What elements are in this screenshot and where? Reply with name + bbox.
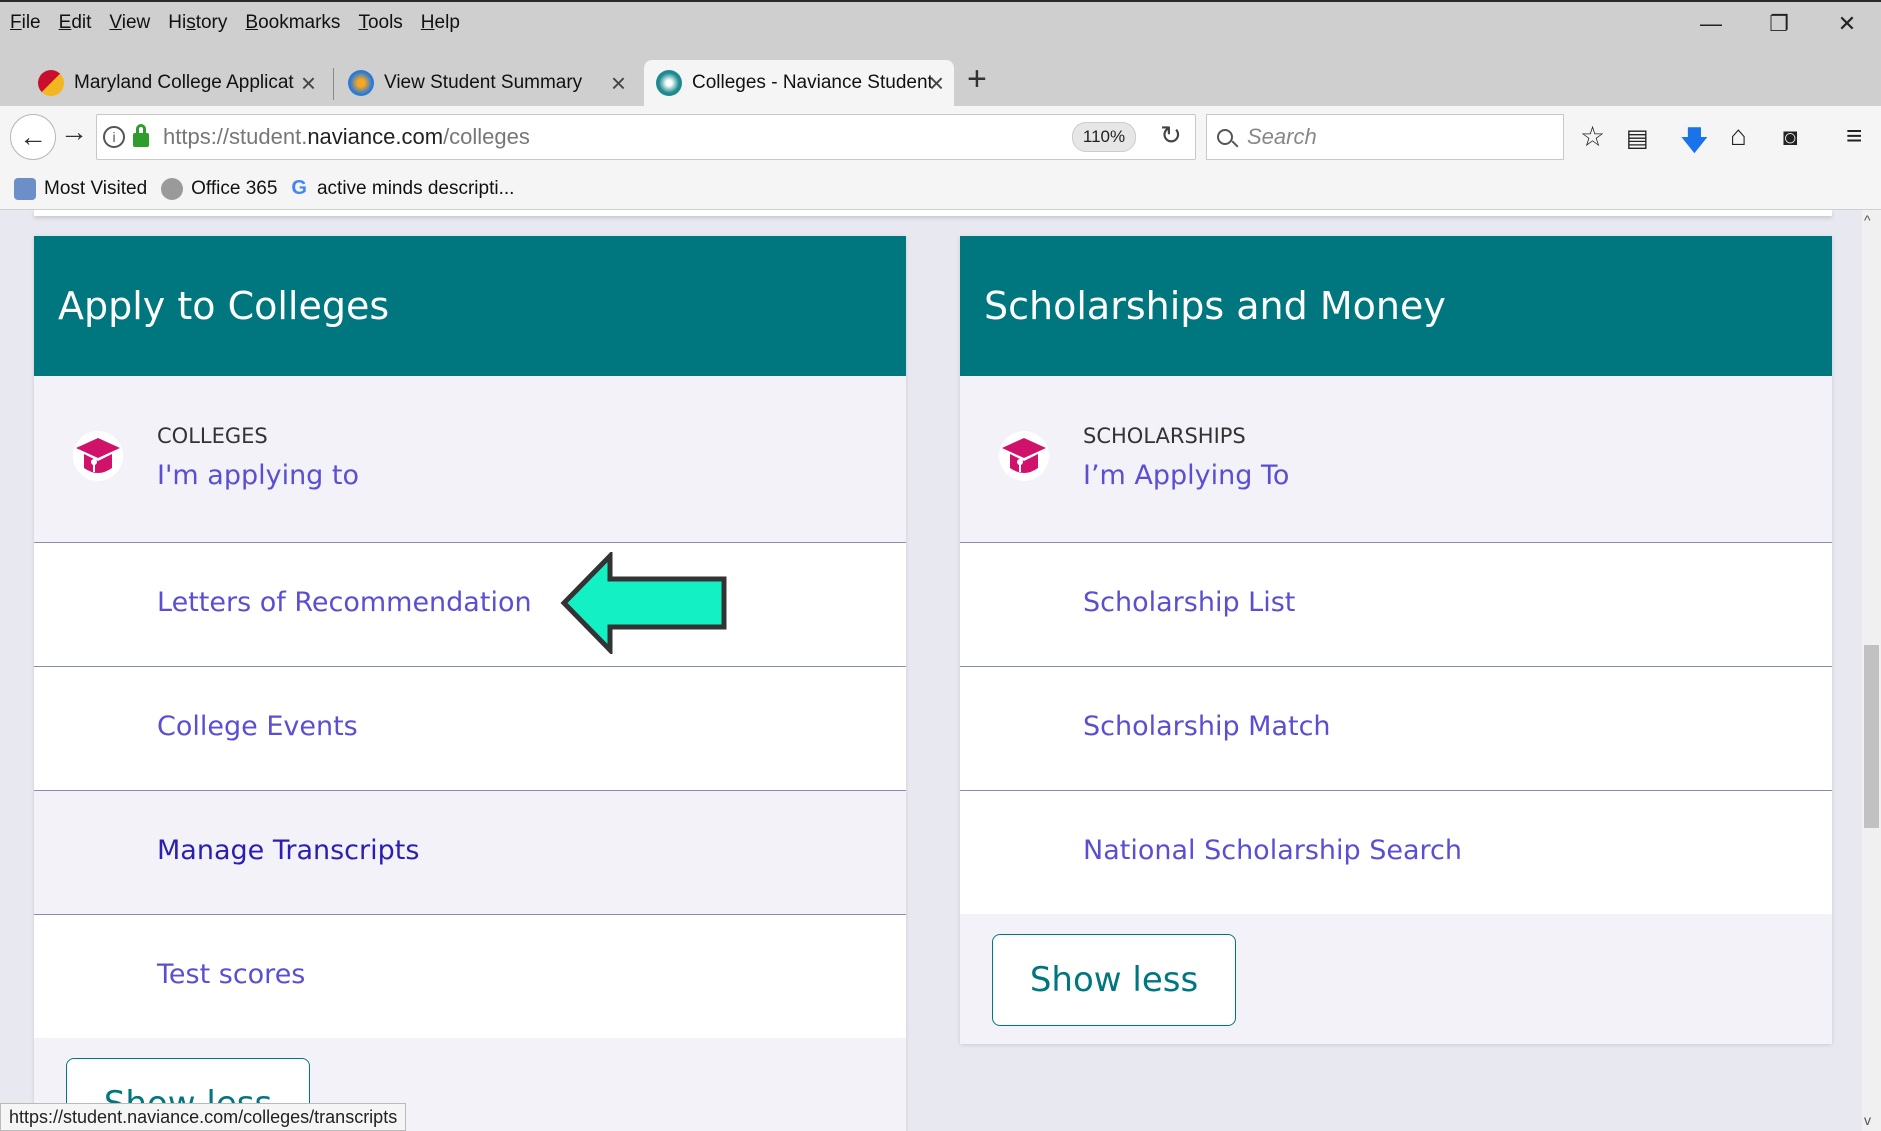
tab-label: View Student Summary: [384, 72, 583, 93]
url-bar[interactable]: i https://student.naviance.com/colleges: [96, 114, 1196, 160]
tab-separator: [333, 68, 334, 100]
colleges-row: COLLEGES I'm applying to: [34, 376, 906, 542]
bookmark-label: Most Visited: [44, 177, 148, 199]
search-placeholder: Search: [1247, 124, 1317, 149]
list-item[interactable]: Scholarship Match: [960, 666, 1832, 790]
test-scores-link[interactable]: Test scores: [157, 959, 305, 990]
im-applying-to-link[interactable]: I’m Applying To: [1083, 460, 1289, 491]
show-less-button[interactable]: Show less: [992, 934, 1236, 1026]
category-label: SCHOLARSHIPS: [1083, 424, 1246, 448]
menu-tools[interactable]: Tools: [358, 12, 402, 34]
national-scholarship-search-link[interactable]: National Scholarship Search: [1083, 835, 1462, 866]
scholarships-row: SCHOLARSHIPS I’m Applying To: [960, 376, 1832, 542]
scholarships-and-money-card: Scholarships and Money SCHOLARSHIPS I’m …: [960, 236, 1832, 1044]
naviance-compass-icon: [656, 70, 682, 96]
naviance-compass-icon: [348, 70, 374, 96]
bookmark-star-icon[interactable]: ☆: [1580, 120, 1605, 153]
tab-label: Colleges - Naviance Student: [692, 72, 933, 93]
menu-file-rest: ile: [21, 12, 41, 33]
globe-icon: [161, 177, 184, 200]
menu-view[interactable]: View: [109, 12, 150, 34]
list-item[interactable]: Scholarship List: [960, 542, 1832, 666]
lock-icon: [133, 124, 149, 147]
scroll-down-icon[interactable]: v: [1864, 1112, 1871, 1128]
status-url: https://student.naviance.com/colleges/tr…: [0, 1103, 407, 1131]
list-item[interactable]: Test scores: [34, 914, 906, 1038]
graduation-cap-icon: [999, 431, 1049, 481]
bookmark-most-visited[interactable]: Most Visited: [14, 177, 148, 200]
manage-transcripts-link[interactable]: Manage Transcripts: [157, 835, 419, 866]
back-arrow-icon[interactable]: ←: [10, 114, 56, 160]
minimize-icon[interactable]: —: [1677, 2, 1745, 46]
search-icon: [1217, 129, 1233, 145]
card-title: Scholarships and Money: [960, 236, 1832, 376]
tab-bar: Maryland College Applicatio × View Stude…: [0, 44, 1881, 106]
graduation-cap-icon: [73, 431, 123, 481]
close-tab-icon[interactable]: ×: [611, 68, 626, 99]
list-item[interactable]: Manage Transcripts: [34, 790, 906, 914]
scrollbar-thumb[interactable]: [1864, 645, 1879, 828]
tab-label: Maryland College Applicatio: [74, 72, 294, 93]
category-label: COLLEGES: [157, 424, 268, 448]
reload-icon[interactable]: ↻: [1160, 120, 1182, 151]
list-item[interactable]: Letters of Recommendation: [34, 542, 906, 666]
page-content: Apply to Colleges COLLEGES I'm applying …: [0, 210, 1881, 1131]
window-controls: — ❐ ✕: [1677, 2, 1881, 46]
forward-arrow-icon[interactable]: →: [60, 116, 88, 148]
reader-list-icon[interactable]: ▤: [1626, 124, 1649, 153]
letters-of-recommendation-link[interactable]: Letters of Recommendation: [157, 587, 532, 618]
tab-maryland[interactable]: Maryland College Applicatio ×: [26, 60, 326, 106]
download-arrow-icon[interactable]: 🡇: [1680, 120, 1709, 168]
college-events-link[interactable]: College Events: [157, 711, 358, 742]
google-g-icon: G: [291, 177, 307, 199]
bookmark-label: active minds descripti...: [316, 177, 515, 199]
home-icon[interactable]: ⌂: [1730, 120, 1747, 152]
zoom-level-badge[interactable]: 110%: [1072, 122, 1136, 152]
menu-edit[interactable]: Edit: [59, 12, 92, 34]
list-item[interactable]: National Scholarship Search: [960, 790, 1832, 914]
info-icon[interactable]: i: [103, 126, 125, 148]
apply-to-colleges-card: Apply to Colleges COLLEGES I'm applying …: [34, 236, 906, 1131]
close-tab-icon[interactable]: ×: [929, 68, 944, 99]
card-title: Apply to Colleges: [34, 236, 906, 376]
restore-icon[interactable]: ❐: [1745, 2, 1813, 46]
scholarship-match-link[interactable]: Scholarship Match: [1083, 711, 1331, 742]
bookmarks-bar: Most Visited Office 365 Gactive minds de…: [0, 168, 1881, 210]
menu-history[interactable]: History: [168, 12, 227, 34]
bookmark-label: Office 365: [191, 177, 278, 199]
url-text[interactable]: https://student.naviance.com/colleges: [163, 124, 530, 150]
list-item[interactable]: College Events: [34, 666, 906, 790]
tab-colleges[interactable]: Colleges - Naviance Student ×: [644, 60, 954, 106]
close-window-icon[interactable]: ✕: [1813, 2, 1881, 46]
annotation-arrow-icon: [560, 552, 727, 654]
menu-file[interactable]: File: [10, 12, 41, 34]
menu-help[interactable]: Help: [421, 12, 460, 34]
maryland-flag-icon: [38, 70, 64, 96]
scroll-up-icon[interactable]: ^: [1864, 212, 1871, 228]
new-tab-plus-icon[interactable]: +: [967, 60, 987, 99]
scholarship-list-link[interactable]: Scholarship List: [1083, 587, 1295, 618]
menu-bookmarks[interactable]: Bookmarks: [245, 12, 340, 34]
tab-student-summary[interactable]: View Student Summary ×: [336, 60, 636, 106]
bookmark-office365[interactable]: Office 365: [161, 177, 278, 200]
hamburger-menu-icon[interactable]: ≡: [1846, 120, 1862, 152]
card-footer: Show less: [960, 914, 1832, 1044]
bookmark-active-minds[interactable]: Gactive minds descripti...: [291, 177, 514, 200]
most-visited-icon: [14, 177, 36, 200]
close-tab-icon[interactable]: ×: [301, 68, 316, 99]
top-card-edge: [34, 210, 1832, 216]
im-applying-to-link[interactable]: I'm applying to: [157, 460, 359, 491]
menu-bar: File Edit View History Bookmarks Tools H…: [0, 0, 1881, 44]
pocket-icon[interactable]: ◙: [1783, 124, 1798, 152]
search-input[interactable]: Search: [1206, 114, 1564, 160]
